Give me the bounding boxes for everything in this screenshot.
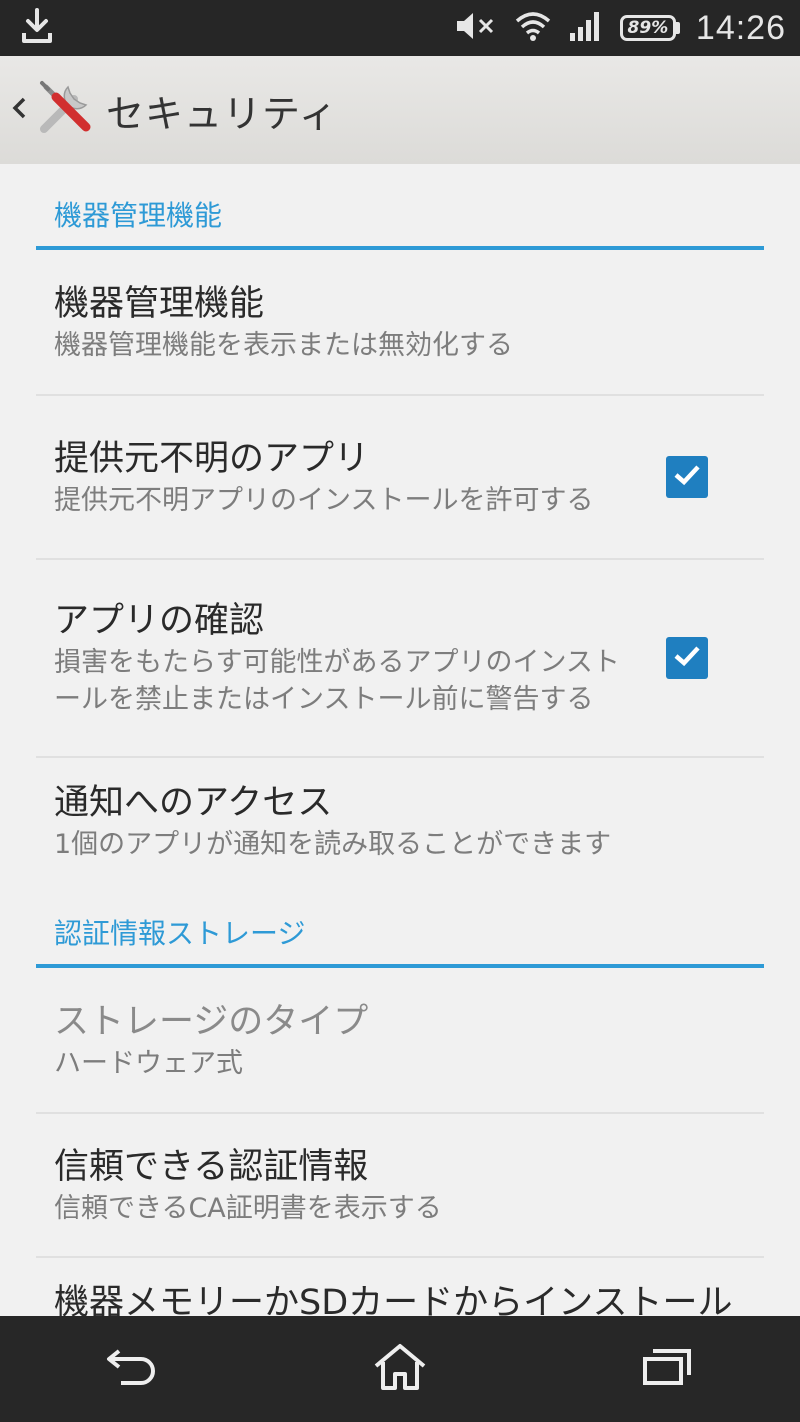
setting-title: 信頼できる認証情報 bbox=[54, 1146, 369, 1187]
setting-trusted-credentials[interactable]: 信頼できる認証情報 信頼できるCA証明書を表示する bbox=[36, 1114, 764, 1258]
recent-apps-icon bbox=[639, 1345, 695, 1393]
verify-apps-checkbox[interactable] bbox=[666, 637, 708, 679]
chevron-left-icon bbox=[10, 93, 28, 127]
download-icon bbox=[20, 7, 54, 49]
setting-device-administrators[interactable]: 機器管理機能 機器管理機能を表示または無効化する bbox=[36, 250, 764, 396]
back-icon bbox=[105, 1345, 161, 1393]
wifi-icon bbox=[514, 9, 552, 47]
nav-home-button[interactable] bbox=[340, 1329, 460, 1409]
status-time: 14:26 bbox=[695, 8, 786, 47]
status-bar-left bbox=[20, 7, 54, 49]
battery-level: 89% bbox=[619, 15, 676, 41]
section-header-label: 機器管理機能 bbox=[54, 199, 223, 232]
setting-storage-type: ストレージのタイプ ハードウェア式 bbox=[36, 968, 764, 1114]
setting-title: ストレージのタイプ bbox=[54, 1001, 369, 1042]
up-button[interactable] bbox=[10, 77, 96, 143]
tools-icon bbox=[34, 77, 96, 143]
setting-summary: 機器管理機能を表示または無効化する bbox=[54, 329, 513, 361]
setting-install-from-storage[interactable]: 機器メモリーかSDカードからインストール bbox=[36, 1258, 764, 1316]
signal-icon bbox=[568, 9, 604, 47]
status-bar-right: 89% 14:26 bbox=[454, 9, 786, 48]
setting-title: 提供元不明のアプリ bbox=[54, 438, 370, 479]
page-title: セキュリティ bbox=[106, 91, 338, 136]
action-bar: セキュリティ bbox=[0, 56, 800, 164]
settings-list[interactable]: 機器管理機能 機器管理機能 機器管理機能を表示または無効化する 提供元不明のアプ… bbox=[0, 164, 800, 1316]
setting-summary: 1個のアプリが通知を読み取ることができます bbox=[54, 828, 612, 860]
setting-title: 機器管理機能 bbox=[54, 283, 265, 324]
home-icon bbox=[372, 1342, 428, 1396]
checkmark-icon bbox=[672, 644, 702, 672]
setting-title: アプリの確認 bbox=[54, 601, 265, 641]
section-header-device-admin: 機器管理機能 bbox=[36, 164, 764, 250]
setting-verify-apps[interactable]: アプリの確認 損害をもたらす可能性があるアプリのインストールを禁止またはインスト… bbox=[36, 560, 764, 758]
navigation-bar bbox=[0, 1316, 800, 1422]
setting-title: 通知へのアクセス bbox=[54, 782, 333, 823]
setting-summary: 損害をもたらす可能性があるアプリのインストールを禁止またはインストール前に警告す… bbox=[54, 647, 620, 715]
setting-summary: 提供元不明アプリのインストールを許可する bbox=[54, 484, 594, 516]
nav-recent-apps-button[interactable] bbox=[607, 1329, 727, 1409]
status-bar: 89% 14:26 bbox=[0, 0, 800, 56]
battery-icon: 89% bbox=[619, 15, 680, 41]
setting-notification-access[interactable]: 通知へのアクセス 1個のアプリが通知を読み取ることができます bbox=[36, 758, 764, 884]
section-header-credential-storage: 認証情報ストレージ bbox=[36, 884, 764, 968]
setting-unknown-sources[interactable]: 提供元不明のアプリ 提供元不明アプリのインストールを許可する bbox=[36, 396, 764, 560]
unknown-sources-checkbox[interactable] bbox=[666, 456, 708, 498]
setting-summary: 信頼できるCA証明書を表示する bbox=[54, 1192, 442, 1224]
nav-back-button[interactable] bbox=[73, 1329, 193, 1409]
mute-icon bbox=[454, 9, 498, 47]
checkmark-icon bbox=[672, 463, 702, 491]
setting-title: 機器メモリーかSDカードからインストール bbox=[54, 1283, 733, 1316]
section-header-label: 認証情報ストレージ bbox=[54, 917, 306, 950]
setting-summary: ハードウェア式 bbox=[54, 1047, 243, 1079]
